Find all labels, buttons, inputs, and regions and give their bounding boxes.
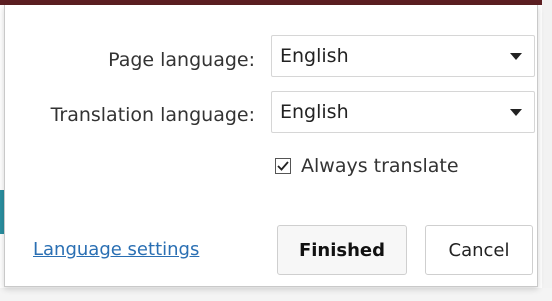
always-translate-option[interactable]: Always translate [275, 155, 459, 177]
checkmark-icon [277, 161, 289, 171]
browser-page-background [0, 288, 552, 301]
page-language-label: Page language: [108, 49, 255, 71]
translation-language-select[interactable]: English [271, 91, 535, 133]
cancel-button[interactable]: Cancel [425, 225, 533, 275]
language-settings-link[interactable]: Language settings [33, 239, 199, 260]
always-translate-label: Always translate [301, 155, 459, 177]
browser-window-edge [542, 0, 552, 301]
caret-down-icon [498, 36, 534, 76]
translation-language-value: English [280, 101, 349, 123]
translation-language-label: Translation language: [50, 104, 255, 126]
page-language-select[interactable]: English [271, 35, 535, 77]
caret-down-icon [498, 92, 534, 132]
page-language-value: English [280, 45, 349, 67]
finished-button[interactable]: Finished [277, 225, 407, 275]
page: Page language: English Translation langu… [0, 0, 552, 301]
always-translate-checkbox[interactable] [275, 158, 291, 174]
translate-bubble: Page language: English Translation langu… [4, 5, 538, 287]
